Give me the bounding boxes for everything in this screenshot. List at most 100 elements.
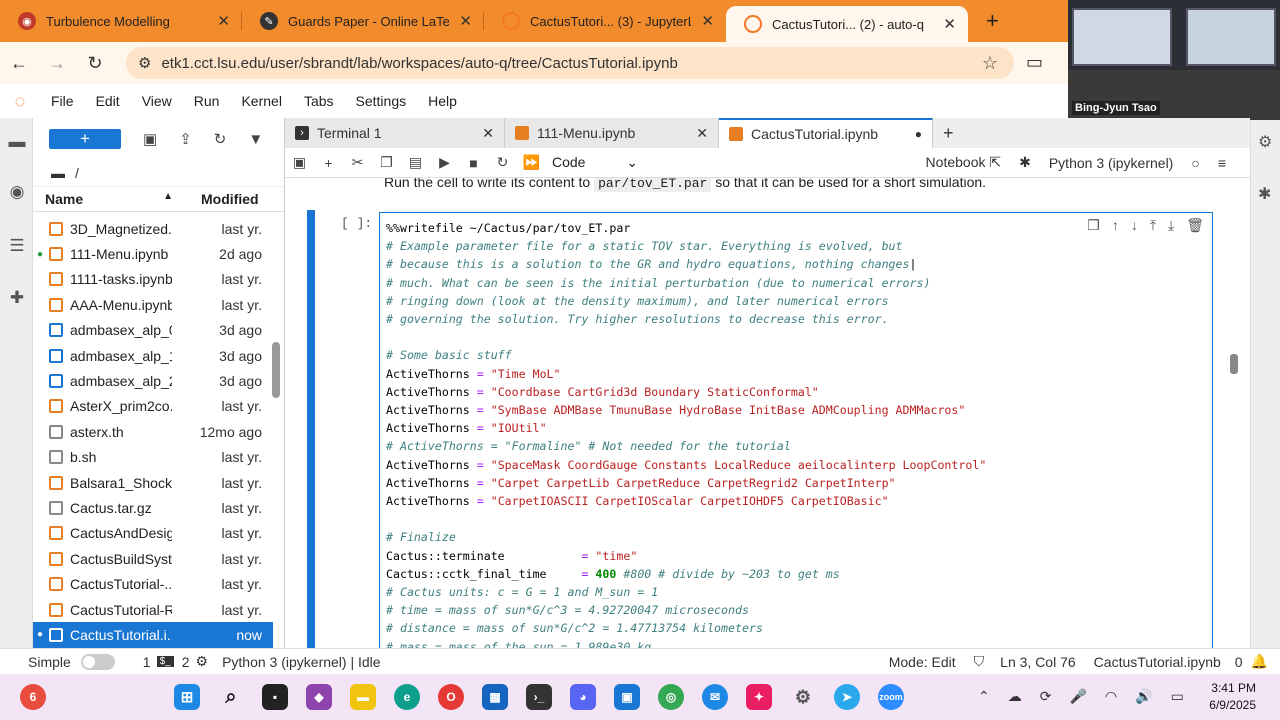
file-list-item[interactable]: admbasex_alp_1... 3d ago — [33, 343, 273, 368]
sync-icon[interactable]: ⟳ — [1040, 688, 1052, 705]
file-list-item[interactable]: CactusTutorial-R... last yr. — [33, 597, 273, 622]
kernel-name[interactable]: Python 3 (ipykernel) — [1049, 155, 1174, 171]
taskbar-clock[interactable]: 3:41 PM 6/9/2025 — [1209, 680, 1256, 714]
save-icon[interactable]: ▣ — [285, 154, 314, 171]
menu-view[interactable]: View — [131, 93, 183, 109]
address-bar[interactable]: ⚙ etk1.cct.lsu.edu/user/sbrandt/lab/work… — [126, 47, 1014, 79]
tab-terminal[interactable]: › Terminal 1 ✕ — [285, 118, 505, 148]
onedrive-icon[interactable]: ☁ — [1008, 688, 1022, 705]
settings-icon[interactable]: ⚙ — [790, 684, 816, 710]
stop-icon[interactable]: ■ — [459, 155, 488, 171]
thunderbird-icon[interactable]: ✉ — [702, 684, 728, 710]
menu-tabs[interactable]: Tabs — [293, 93, 345, 109]
file-list-item[interactable]: CactusAndDesig... last yr. — [33, 521, 273, 546]
forward-icon[interactable]: → — [38, 53, 76, 74]
chrome-icon[interactable]: ◎ — [658, 684, 684, 710]
menu-file[interactable]: File — [40, 93, 85, 109]
close-icon[interactable]: ✕ — [696, 125, 708, 142]
notification-count[interactable]: 0 — [1235, 654, 1243, 670]
cell-source[interactable]: %%writefile ~/Cactus/par/tov_ET.par # Ex… — [386, 219, 986, 648]
file-list-item[interactable]: ● CactusTutorial.i... now — [33, 622, 273, 648]
tab-cactus-notebook[interactable]: CactusTutorial.ipynb ● — [719, 118, 933, 148]
duplicate-icon[interactable]: ❐ — [1087, 217, 1100, 234]
widgets-icon[interactable]: 6 — [20, 684, 46, 710]
insert-above-icon[interactable]: ⤒ — [1150, 217, 1156, 234]
opera-icon[interactable]: O — [438, 684, 464, 710]
back-icon[interactable]: ← — [0, 53, 38, 74]
bell-icon[interactable]: 🔔 — [1251, 653, 1268, 670]
file-list-scrollbar[interactable] — [272, 342, 280, 398]
run-icon[interactable]: ▶ — [430, 154, 459, 171]
close-icon[interactable]: ✕ — [482, 125, 494, 142]
cast-icon[interactable]: ▭ — [1026, 52, 1043, 73]
close-tab-icon[interactable]: ✕ — [943, 15, 956, 33]
search-icon[interactable]: ⌕ — [218, 684, 244, 710]
terminal-count[interactable]: 1 — [143, 654, 151, 670]
terminal-app-icon[interactable]: ›_ — [526, 684, 552, 710]
reload-icon[interactable]: ↻ — [76, 53, 114, 74]
edge-icon[interactable]: e — [394, 684, 420, 710]
site-info-icon[interactable]: ⚙ — [138, 54, 151, 72]
breadcrumb-path[interactable]: / — [75, 165, 79, 181]
insert-cell-icon[interactable]: + — [314, 155, 343, 171]
folder-icon[interactable]: ▬ — [6, 132, 28, 154]
browser-tab-4[interactable]: CactusTutori... (2) - auto-q ✕ — [726, 6, 968, 42]
teams-icon[interactable]: ▣ — [614, 684, 640, 710]
cell-type-select[interactable]: Code ⌄ — [552, 154, 638, 171]
debugger-icon[interactable]: ✱ — [1019, 154, 1031, 171]
menu-edit[interactable]: Edit — [85, 93, 131, 109]
debugger-icon[interactable]: ✱ — [1258, 184, 1271, 204]
slack-icon[interactable]: ✦ — [746, 684, 772, 710]
notebook-scrollbar[interactable] — [1228, 180, 1242, 640]
toc-icon[interactable]: ☰ — [6, 236, 28, 258]
insert-below-icon[interactable]: ⤓ — [1168, 217, 1174, 234]
kernel-count[interactable]: 2 — [182, 654, 190, 670]
running-icon[interactable]: ◉ — [6, 182, 28, 204]
tab-menu-notebook[interactable]: 111-Menu.ipynb ✕ — [505, 118, 719, 148]
cursor-position[interactable]: Ln 3, Col 76 — [1000, 654, 1076, 670]
file-explorer-icon[interactable]: ▬ — [350, 684, 376, 710]
file-list-item[interactable]: asterx.th 12mo ago — [33, 419, 273, 444]
telegram-icon[interactable]: ➤ — [834, 684, 860, 710]
more-menu-icon[interactable]: ≡ — [1218, 155, 1226, 171]
file-list-item[interactable]: ● 111-Menu.ipynb 2d ago — [33, 241, 273, 266]
browser-tab-2[interactable]: ✎ Guards Paper - Online LaTeX Ed ✕ — [242, 0, 484, 42]
new-folder-icon[interactable]: ▣ — [143, 130, 157, 148]
battery-icon[interactable]: ▭ — [1171, 688, 1184, 705]
add-tab-button[interactable]: + — [933, 118, 964, 148]
menu-settings[interactable]: Settings — [345, 93, 418, 109]
discord-icon[interactable]: ◕ — [570, 684, 596, 710]
browser-tab-3[interactable]: CactusTutori... (3) - JupyterLab ✕ — [484, 0, 726, 42]
menu-help[interactable]: Help — [417, 93, 468, 109]
delete-icon[interactable]: 🗑 — [1186, 217, 1204, 234]
filter-icon[interactable]: ▼ — [248, 131, 263, 148]
file-list-item[interactable]: admbasex_alp_0... 3d ago — [33, 318, 273, 343]
simple-mode-toggle[interactable] — [80, 653, 115, 670]
upload-icon[interactable]: ⇪ — [179, 130, 192, 148]
start-icon[interactable]: ⊞ — [174, 684, 200, 710]
task-view-icon[interactable]: ▪ — [262, 684, 288, 710]
copilot-icon[interactable]: ◆ — [306, 684, 332, 710]
cut-icon[interactable]: ✂ — [343, 154, 372, 171]
notebook-view-button[interactable]: Notebook ⇱ — [926, 154, 1002, 171]
file-list-item[interactable]: AsterX_prim2co... last yr. — [33, 394, 273, 419]
move-up-icon[interactable]: ↑ — [1112, 217, 1119, 234]
run-all-icon[interactable]: ⏩ — [517, 154, 546, 171]
file-list-item[interactable]: CactusTutorial-... last yr. — [33, 571, 273, 596]
chevron-up-icon[interactable]: ⌃ — [978, 688, 990, 705]
file-list-item[interactable]: CactusBuildSyst... last yr. — [33, 546, 273, 571]
unsaved-dot-icon[interactable]: ● — [915, 127, 922, 141]
new-tab-button[interactable]: + — [968, 0, 1017, 42]
store-icon[interactable]: ▦ — [482, 684, 508, 710]
browser-tab-1[interactable]: ◉ Turbulence Modelling ✕ — [0, 0, 242, 42]
file-list-item[interactable]: 1111-tasks.ipynb last yr. — [33, 267, 273, 292]
file-list-item[interactable]: Balsara1_Shockt... last yr. — [33, 470, 273, 495]
zoom-icon[interactable]: zoom — [878, 684, 904, 710]
menu-run[interactable]: Run — [183, 93, 231, 109]
file-list-item[interactable]: b.sh last yr. — [33, 445, 273, 470]
extension-icon[interactable]: ✚ — [6, 288, 28, 310]
volume-icon[interactable]: 🔊 — [1135, 688, 1152, 705]
menu-kernel[interactable]: Kernel — [230, 93, 292, 109]
file-list-item[interactable]: AAA-Menu.ipynb last yr. — [33, 292, 273, 317]
copy-icon[interactable]: ❐ — [372, 154, 401, 171]
